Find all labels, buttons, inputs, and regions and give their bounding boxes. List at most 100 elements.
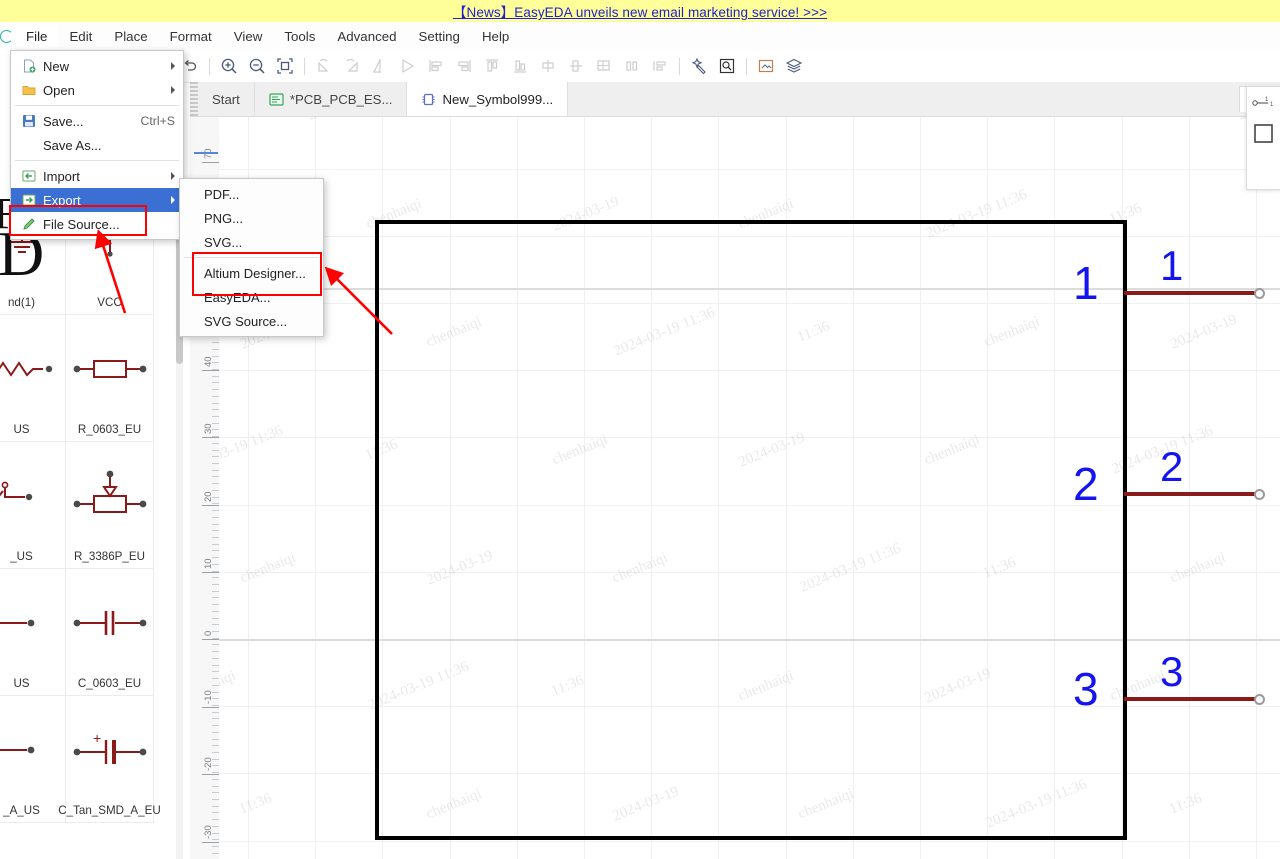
menu-tools[interactable]: Tools bbox=[273, 25, 326, 48]
canvas-grid[interactable]: chenhaiqi 2024-03-19 11:36 11:36 chenhaiqi 2… bbox=[219, 108, 1280, 859]
menu-edit[interactable]: Edit bbox=[58, 25, 103, 48]
file-menu-item-saveas[interactable]: Save As... bbox=[11, 133, 183, 157]
ruler-minor-tick bbox=[212, 530, 219, 532]
ruler-minor-tick bbox=[212, 852, 219, 854]
symbol-body-rectangle[interactable] bbox=[375, 220, 1127, 840]
ruler-minor-tick bbox=[212, 368, 219, 370]
file-menu-item-label: File Source... bbox=[43, 216, 120, 232]
pin-terminal-dot[interactable] bbox=[1254, 693, 1265, 705]
library-item[interactable]: R_0603_EU bbox=[66, 315, 154, 442]
menu-file[interactable]: File bbox=[15, 24, 59, 48]
ruler-minor-tick bbox=[212, 725, 219, 727]
export-submenu[interactable]: PDF... PNG... SVG... Altium Designer... Easy… bbox=[179, 178, 324, 337]
inspect-icon[interactable] bbox=[713, 52, 741, 80]
file-menu-item-open[interactable]: Open bbox=[11, 78, 183, 102]
svg-text:1: 1 bbox=[1270, 102, 1274, 108]
library-item[interactable]: _US bbox=[0, 442, 66, 569]
file-menu-item-import[interactable]: Import bbox=[11, 164, 183, 188]
pin-tool-icon[interactable]: 1 1 bbox=[1247, 87, 1280, 115]
layers-icon[interactable] bbox=[780, 52, 808, 80]
tab-0[interactable]: Start bbox=[198, 82, 255, 116]
align-right-icon bbox=[450, 52, 478, 80]
export-item-svg[interactable]: SVG... bbox=[180, 230, 323, 254]
file-menu-item-new[interactable]: New bbox=[11, 54, 183, 78]
tab-2[interactable]: New_Symbol999... bbox=[407, 82, 569, 116]
image-icon[interactable] bbox=[752, 52, 780, 80]
toolbar bbox=[0, 50, 1280, 83]
ruler-minor-tick bbox=[212, 812, 219, 814]
file-menu-item-filesource[interactable]: File Source... bbox=[11, 212, 183, 236]
library-item[interactable]: R_3386P_EU bbox=[66, 442, 154, 569]
export-item-png[interactable]: PNG... bbox=[180, 206, 323, 230]
ruler-minor-tick bbox=[212, 651, 219, 653]
grid-line-vertical bbox=[1256, 108, 1257, 859]
export-item-altiumdesigner[interactable]: Altium Designer... bbox=[180, 261, 323, 285]
file-menu-item-export[interactable]: Export bbox=[11, 188, 183, 212]
library-item[interactable]: _A_US bbox=[0, 696, 66, 823]
file-menu-item-label: Import bbox=[43, 168, 80, 184]
pin-terminal-dot[interactable] bbox=[1254, 287, 1265, 299]
canvas-watermark: 11:36 bbox=[237, 790, 275, 818]
rectangle-tool-icon[interactable] bbox=[1247, 115, 1280, 150]
tab-1[interactable]: *PCB_PCB_ES... bbox=[254, 82, 408, 116]
menu-place[interactable]: Place bbox=[103, 25, 158, 48]
menu-separator bbox=[15, 160, 179, 161]
library-item[interactable]: C_0603_EU bbox=[66, 569, 154, 696]
zoom-in-icon[interactable] bbox=[215, 52, 243, 80]
rotate-ccw-icon bbox=[310, 52, 338, 80]
file-menu-item-label: Save... bbox=[43, 113, 84, 129]
magic-wand-icon[interactable] bbox=[685, 52, 713, 80]
ruler-minor-tick bbox=[212, 846, 219, 848]
news-link[interactable]: 【News】EasyEDA unveils new email marketin… bbox=[453, 1, 827, 21]
file-menu-dropdown[interactable]: New Open Save... Ctrl+S Save As... Import Expo… bbox=[10, 50, 184, 240]
svg-text:1: 1 bbox=[1265, 97, 1269, 103]
library-symbol-cap-plain-icon bbox=[0, 569, 65, 677]
library-symbol-pot-zig-icon bbox=[0, 442, 65, 550]
menu-advanced[interactable]: Advanced bbox=[326, 25, 407, 48]
align-top-icon bbox=[478, 52, 506, 80]
pin-wire[interactable] bbox=[1124, 492, 1255, 496]
ruler-minor-tick bbox=[212, 375, 219, 377]
align-left-icon bbox=[422, 52, 450, 80]
pin-wire[interactable] bbox=[1124, 291, 1255, 295]
ruler-minor-tick bbox=[212, 839, 219, 841]
library-item[interactable]: US bbox=[0, 315, 66, 442]
menu-help[interactable]: Help bbox=[471, 25, 520, 48]
ruler-tick bbox=[202, 572, 219, 573]
zoom-out-icon[interactable] bbox=[243, 52, 271, 80]
ruler-minor-tick bbox=[212, 449, 219, 451]
ruler-minor-tick bbox=[212, 832, 219, 834]
canvas-watermark: chenhaiqi bbox=[237, 549, 298, 587]
pin-terminal-dot[interactable] bbox=[1254, 488, 1265, 500]
pin-wire[interactable] bbox=[1124, 697, 1255, 701]
ruler-minor-tick bbox=[212, 731, 219, 733]
schematic-canvas[interactable]: -100-90-80-70-60-50-40-30-20-10010203040… bbox=[190, 82, 1280, 859]
ruler-minor-tick bbox=[212, 590, 219, 592]
export-item-svgsource[interactable]: SVG Source... bbox=[180, 309, 323, 333]
pin-outer-number: 2 bbox=[1160, 443, 1184, 490]
pin-inner-number: 1 bbox=[1073, 257, 1099, 309]
file-menu-item-shortcut: Ctrl+S bbox=[140, 114, 175, 128]
menu-setting[interactable]: Setting bbox=[408, 25, 471, 48]
ruler-minor-tick bbox=[212, 469, 219, 471]
document-tab-bar: Start *PCB_PCB_ES... New_Symbol999... bbox=[190, 82, 1280, 117]
menu-separator bbox=[15, 105, 179, 106]
menu-format[interactable]: Format bbox=[159, 25, 223, 48]
ruler-minor-tick bbox=[212, 657, 219, 659]
library-item[interactable]: US bbox=[0, 569, 66, 696]
file-menu-item-label: New bbox=[43, 58, 70, 74]
ruler-minor-tick bbox=[212, 584, 219, 585]
library-item-label: R_0603_EU bbox=[77, 423, 142, 436]
fit-to-screen-icon[interactable] bbox=[271, 52, 299, 80]
file-menu-item-save[interactable]: Save... Ctrl+S bbox=[11, 109, 183, 133]
ruler-minor-tick bbox=[212, 429, 219, 431]
export-item-pdf[interactable]: PDF... bbox=[180, 182, 323, 206]
ruler-minor-tick bbox=[212, 785, 219, 787]
chevron-right-icon bbox=[171, 62, 175, 70]
ruler-minor-tick bbox=[212, 389, 219, 391]
library-item[interactable]: + C_Tan_SMD_A_EU bbox=[58, 696, 161, 823]
align-center-horizontal-icon bbox=[534, 52, 562, 80]
chevron-right-icon bbox=[171, 172, 175, 180]
menu-view[interactable]: View bbox=[223, 25, 274, 48]
export-item-easyeda[interactable]: EasyEDA... bbox=[180, 285, 323, 309]
